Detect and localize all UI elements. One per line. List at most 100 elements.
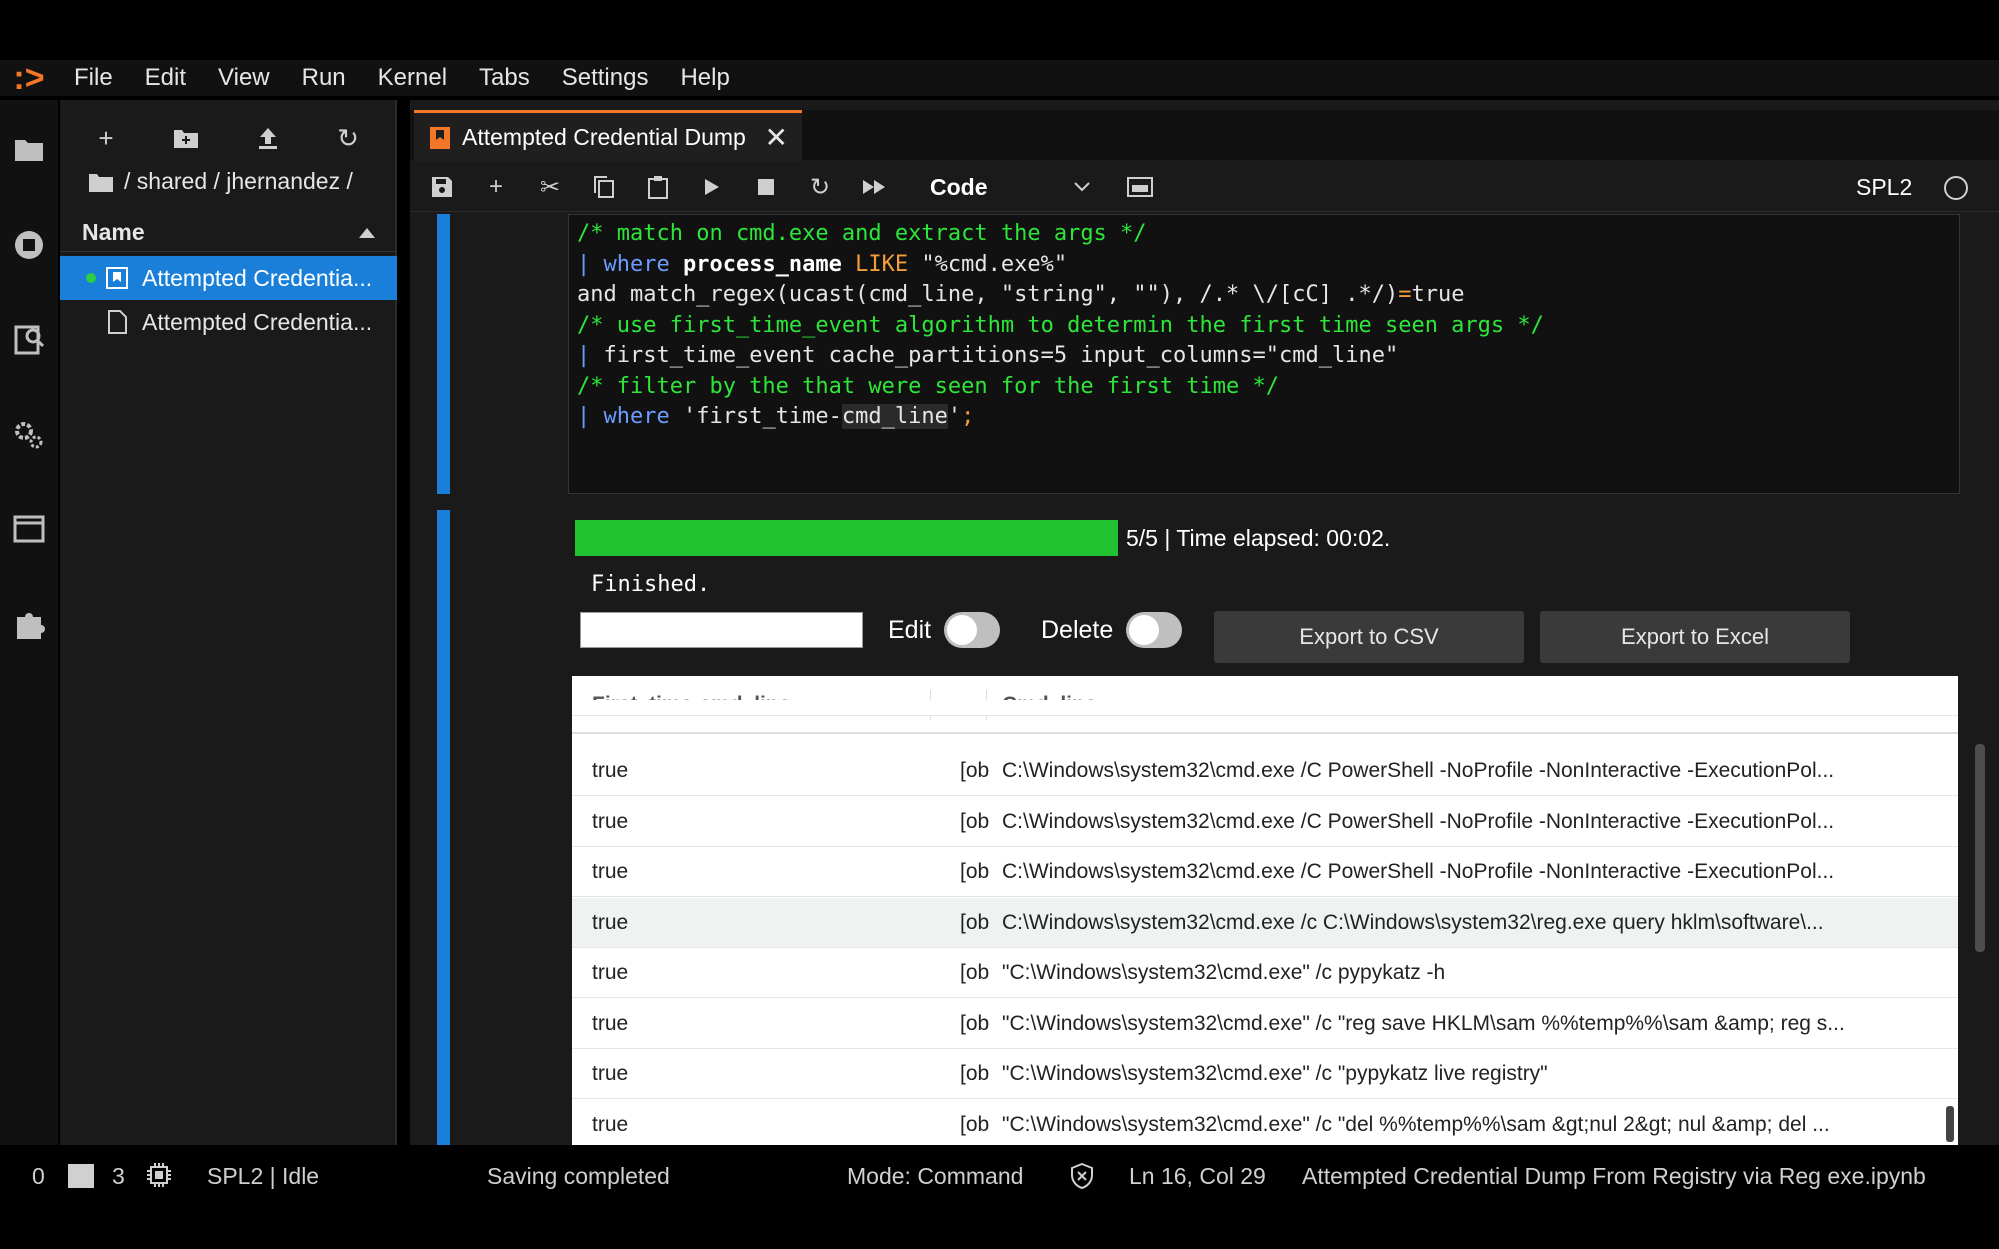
terminal-count[interactable]: 0: [32, 1158, 45, 1194]
file-icon: [106, 310, 128, 334]
tab-notebook[interactable]: Attempted Credential Dump ✕: [414, 110, 802, 162]
file-name: Attempted Credentia...: [142, 308, 373, 335]
cell-first-time: true: [592, 809, 629, 833]
cell-hidden-column: [ob: [960, 1112, 990, 1136]
delete-toggle[interactable]: [1126, 612, 1182, 648]
run-icon[interactable]: [694, 170, 730, 204]
export-excel-button[interactable]: Export to Excel: [1540, 611, 1850, 663]
menu-tabs[interactable]: Tabs: [463, 60, 546, 96]
cell-type-select[interactable]: Code: [930, 170, 1090, 204]
code-comment: /* use first_time_event algorithm to det…: [577, 312, 1544, 338]
upload-icon[interactable]: [248, 120, 288, 156]
new-launcher-icon[interactable]: +: [86, 120, 126, 156]
notebook-toolbar: + ✂ ↻ Code SPL2: [410, 162, 1999, 212]
cell-first-time: true: [592, 1062, 629, 1085]
new-folder-icon[interactable]: [166, 120, 206, 156]
cell-hidden-column: [ob: [960, 1062, 990, 1085]
export-csv-button[interactable]: Export to CSV: [1214, 611, 1524, 663]
cell-type-value: Code: [930, 173, 988, 200]
table-row-partial[interactable]: [572, 700, 1958, 716]
property-inspector-icon[interactable]: [12, 322, 46, 356]
name-column-header[interactable]: Name: [60, 214, 397, 252]
copy-icon[interactable]: [586, 170, 622, 204]
menu-edit[interactable]: Edit: [129, 60, 202, 96]
file-name-status: Attempted Credential Dump From Registry …: [1302, 1163, 1926, 1189]
cell-hidden-column: [ob: [960, 759, 990, 782]
mode-status[interactable]: Mode: Command: [847, 1158, 1023, 1194]
cell-first-time: true: [592, 1112, 629, 1136]
terminal-icon[interactable]: [68, 1164, 94, 1188]
menu-file[interactable]: File: [58, 60, 129, 96]
menu-view[interactable]: View: [202, 60, 286, 96]
edit-label: Edit: [888, 616, 932, 644]
window-icon[interactable]: [12, 512, 46, 546]
table-row[interactable]: true [ob C:\Windows\system32\cmd.exe /C Po…: [572, 796, 1958, 847]
menu-help[interactable]: Help: [664, 60, 745, 96]
output-collapser[interactable]: [437, 510, 450, 1145]
edit-toggle[interactable]: [944, 612, 1000, 648]
sort-ascending-icon: [359, 227, 375, 238]
cell-cmd-line: C:\Windows\system32\cmd.exe /C PowerShel…: [1002, 860, 1835, 883]
table-row[interactable]: true [ob C:\Windows\system32\cmd.exe /C Po…: [572, 847, 1958, 897]
menu-run[interactable]: Run: [286, 60, 362, 96]
main-area: Attempted Credential Dump ✕ + ✂ ↻ Code S…: [410, 100, 1999, 1145]
cut-icon[interactable]: ✂: [532, 170, 568, 204]
notebook-icon: [430, 126, 450, 149]
cell-cmd-line: C:\Windows\system32\cmd.exe /C PowerShel…: [1002, 809, 1835, 833]
table-scrollbar[interactable]: [1946, 1106, 1954, 1142]
delete-label: Delete: [1041, 616, 1114, 644]
stop-icon[interactable]: [748, 170, 784, 204]
notebook-panel: /* match on cmd.exe and extract the args…: [410, 214, 1999, 1145]
save-icon[interactable]: [424, 170, 460, 204]
status-text: Finished.: [591, 572, 711, 597]
progress-text: 5/5 | Time elapsed: 00:02.: [1126, 525, 1391, 551]
progress-fill: [575, 520, 1118, 556]
table-row[interactable]: true [ob "C:\Windows\system32\cmd.exe" /c …: [572, 948, 1958, 998]
cell-cmd-line: "C:\Windows\system32\cmd.exe" /c "reg sa…: [1002, 1011, 1845, 1035]
kernel-status[interactable]: SPL2 | Idle: [207, 1158, 319, 1194]
notebook-icon: [106, 266, 128, 290]
activity-bar: [0, 100, 58, 1145]
fast-forward-icon[interactable]: [856, 170, 892, 204]
file-browser: + ↻ / shared / jhernandez / Name Attempt…: [60, 100, 397, 1145]
search-input[interactable]: [580, 612, 863, 648]
saving-status: Saving completed: [487, 1163, 670, 1189]
restart-icon[interactable]: ↻: [802, 170, 838, 204]
cursor-position[interactable]: Ln 16, Col 29: [1129, 1158, 1266, 1194]
close-icon[interactable]: ✕: [760, 121, 788, 154]
table-row[interactable]: true [ob "C:\Windows\system32\cmd.exe" /c …: [572, 998, 1958, 1049]
cell-cmd-line: C:\Windows\system32\cmd.exe /c C:\Window…: [1002, 910, 1824, 934]
open-with-panel-icon[interactable]: [1122, 170, 1158, 204]
code-editor[interactable]: /* match on cmd.exe and extract the args…: [568, 214, 1960, 494]
cell-hidden-column: [ob: [960, 860, 990, 883]
cell-first-time: true: [592, 910, 629, 934]
gear-icon[interactable]: [12, 418, 46, 452]
table-row[interactable]: true [ob C:\Windows\system32\cmd.exe /C Po…: [572, 746, 1958, 796]
menubar: :> File Edit View Run Kernel Tabs Settin…: [0, 59, 1999, 97]
file-item[interactable]: Attempted Credentia...: [60, 300, 397, 344]
table-row[interactable]: true [ob C:\Windows\system32\cmd.exe /c C:…: [572, 897, 1958, 948]
insert-cell-icon[interactable]: +: [478, 170, 514, 204]
trusted-shield-icon[interactable]: [1070, 1162, 1094, 1199]
chevron-down-icon: [1074, 182, 1090, 192]
menu-kernel[interactable]: Kernel: [362, 60, 463, 96]
running-icon[interactable]: [12, 228, 46, 262]
paste-icon[interactable]: [640, 170, 676, 204]
table-row[interactable]: true [ob "C:\Windows\system32\cmd.exe" /c …: [572, 1049, 1958, 1099]
folder-icon[interactable]: [12, 132, 46, 166]
extension-icon[interactable]: [12, 608, 46, 642]
breadcrumb[interactable]: / shared / jhernandez /: [88, 168, 353, 195]
file-item-notebook-running[interactable]: Attempted Credentia...: [60, 256, 397, 300]
notebook-scrollbar[interactable]: [1975, 744, 1985, 952]
cell-hidden-column: [ob: [960, 961, 990, 984]
kernel-cpu-icon[interactable]: [146, 1162, 172, 1188]
cell-first-time: true: [592, 1011, 629, 1035]
kernel-count[interactable]: 3: [112, 1158, 125, 1194]
breadcrumb-path[interactable]: / shared / jhernandez /: [124, 168, 353, 195]
cell-cmd-line: "C:\Windows\system32\cmd.exe" /c "pypyka…: [1002, 1062, 1548, 1085]
kernel-name[interactable]: SPL2: [1856, 170, 1912, 204]
input-collapser[interactable]: [437, 214, 450, 494]
menu-settings[interactable]: Settings: [546, 60, 665, 96]
table-row[interactable]: true [ob "C:\Windows\system32\cmd.exe" /c …: [572, 1099, 1958, 1145]
refresh-icon[interactable]: ↻: [328, 120, 368, 156]
